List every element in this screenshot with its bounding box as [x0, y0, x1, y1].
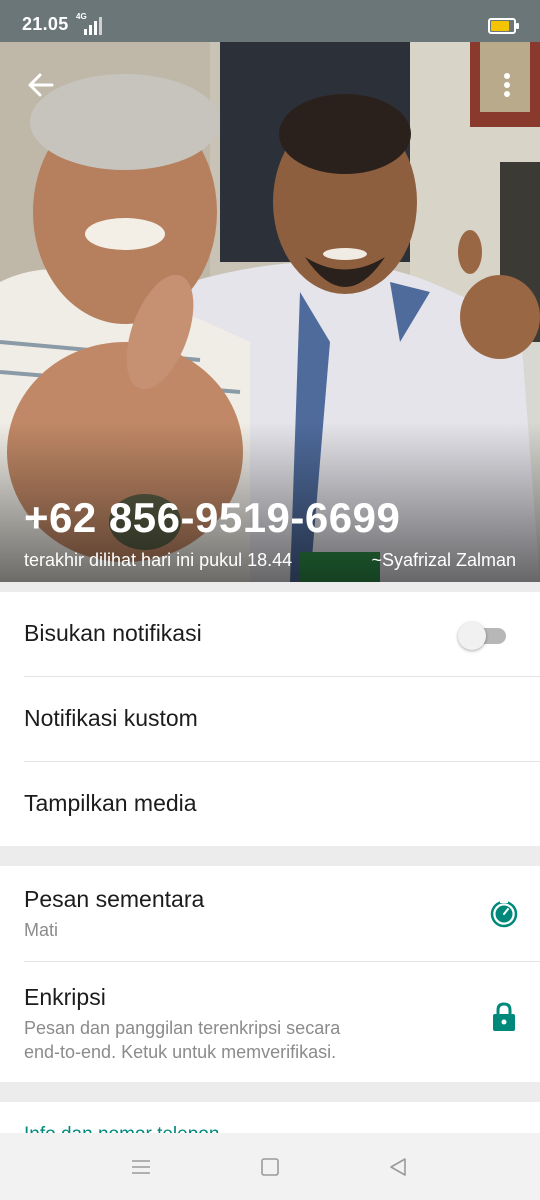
arrow-back-icon	[28, 73, 54, 97]
disappearing-messages-label: Pesan sementara	[24, 886, 205, 912]
home-square-icon	[261, 1158, 279, 1176]
encryption-description-line1: Pesan dan panggilan terenkripsi secara	[24, 1018, 341, 1038]
encryption-row[interactable]: Enkripsi Pesan dan panggilan terenkripsi…	[0, 962, 540, 1082]
disappearing-messages-value: Mati	[24, 920, 59, 940]
back-button[interactable]	[20, 66, 62, 104]
encryption-label: Enkripsi	[24, 984, 106, 1010]
status-time: 21.05	[22, 14, 69, 34]
privacy-settings-card: Pesan sementara Mati Enkripsi Pesan dan …	[0, 866, 540, 1082]
toggle-thumb	[458, 622, 486, 650]
mute-notifications-row[interactable]: Bisukan notifikasi	[0, 592, 540, 676]
media-visibility-label: Tampilkan media	[24, 790, 197, 816]
profile-photo-area[interactable]: +62 856-9519-6699 terakhir dilihat hari …	[0, 42, 540, 582]
mute-notifications-label: Bisukan notifikasi	[24, 620, 202, 646]
more-vert-icon	[504, 73, 510, 97]
network-type-label: 4G	[76, 12, 87, 21]
nav-back-button[interactable]	[383, 1153, 413, 1181]
home-button[interactable]	[255, 1153, 285, 1181]
custom-notifications-label: Notifikasi kustom	[24, 705, 198, 731]
last-seen-text: terakhir dilihat hari ini pukul 18.44	[24, 550, 293, 570]
timer-icon	[490, 900, 518, 928]
mute-toggle[interactable]	[458, 622, 506, 650]
recents-menu-icon	[132, 1160, 150, 1174]
disappearing-messages-row[interactable]: Pesan sementara Mati	[0, 866, 540, 961]
overflow-menu-button[interactable]	[492, 66, 522, 104]
lock-icon	[493, 1002, 515, 1031]
notification-settings-card: Bisukan notifikasi Notifikasi kustom Tam…	[0, 592, 540, 846]
back-triangle-icon	[390, 1158, 406, 1176]
contact-push-name: ~Syafrizal Zalman	[371, 550, 516, 570]
signal-icon: 4G	[76, 12, 106, 37]
media-visibility-row[interactable]: Tampilkan media	[0, 762, 540, 846]
recents-button[interactable]	[126, 1153, 156, 1181]
battery-level	[491, 21, 509, 31]
system-nav-bar	[0, 1133, 540, 1200]
contact-phone-number: +62 856-9519-6699	[24, 494, 401, 541]
custom-notifications-row[interactable]: Notifikasi kustom	[0, 677, 540, 761]
encryption-description-line2: end-to-end. Ketuk untuk memverifikasi.	[24, 1042, 337, 1062]
battery-icon	[488, 18, 519, 34]
